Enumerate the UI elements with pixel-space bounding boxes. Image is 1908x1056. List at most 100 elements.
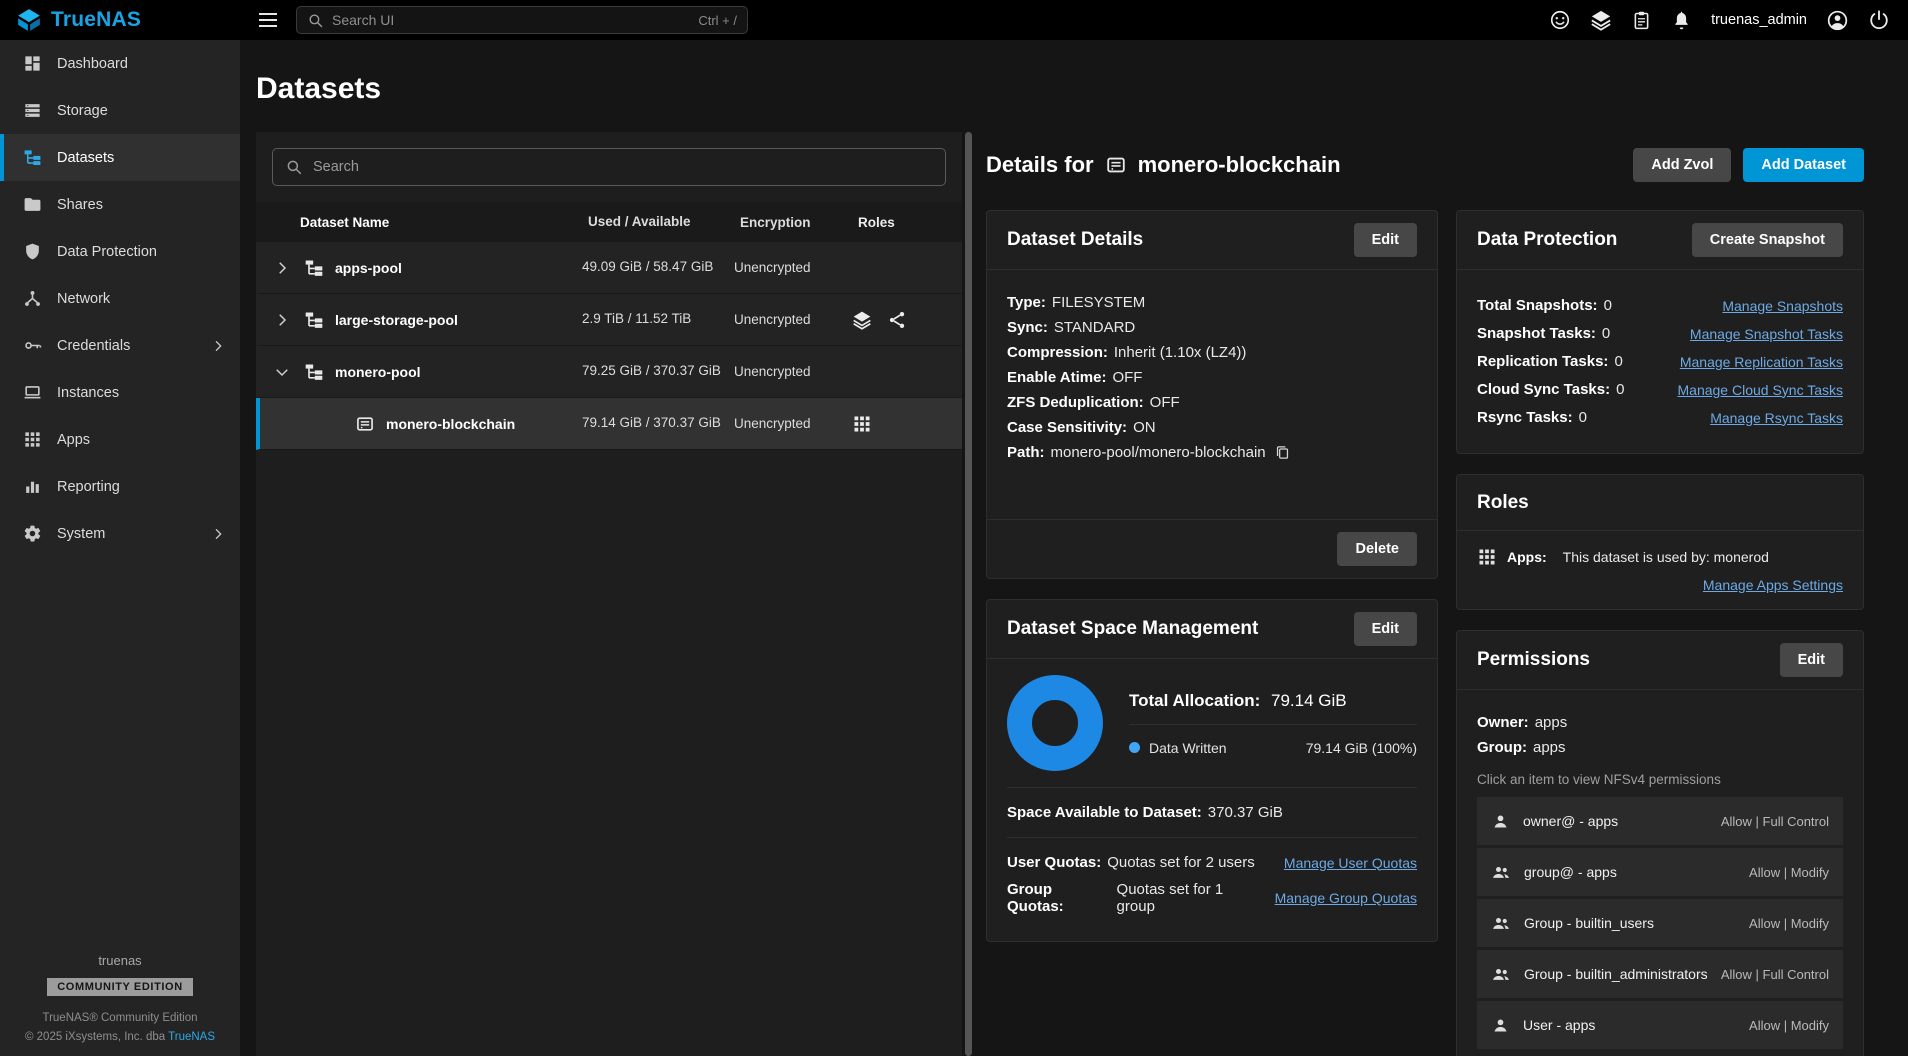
manage-replication-tasks-link[interactable]: Manage Replication Tasks xyxy=(1668,354,1843,370)
truenas-logo[interactable]: TrueNAS xyxy=(0,7,240,33)
dataset-search-input[interactable] xyxy=(313,159,933,175)
sidebar-item-datasets[interactable]: Datasets xyxy=(0,134,240,181)
alerts-bell-icon[interactable] xyxy=(1671,10,1692,31)
permission-level: Allow | Full Control xyxy=(1721,967,1829,982)
space-available-label: Space Available to Dataset: xyxy=(1007,804,1202,821)
edition-badge[interactable]: COMMUNITY EDITION xyxy=(47,978,193,996)
permission-item-builtin-administrators[interactable]: Group - builtin_administrators Allow | F… xyxy=(1477,950,1843,998)
pool-tree-icon xyxy=(304,258,324,278)
apps-role-icon[interactable] xyxy=(852,414,872,434)
manage-apps-settings-link[interactable]: Manage Apps Settings xyxy=(1703,577,1843,593)
edit-space-button[interactable]: Edit xyxy=(1354,612,1417,646)
permission-who: group@ - apps xyxy=(1524,864,1617,880)
roles-card: Roles Apps: This dataset is used by: mon… xyxy=(1456,474,1864,610)
sidebar-item-credentials[interactable]: Credentials xyxy=(0,322,240,369)
feedback-icon[interactable] xyxy=(1549,9,1571,31)
manage-rsync-tasks-link[interactable]: Manage Rsync Tasks xyxy=(1698,410,1843,426)
field-label: Path: xyxy=(1007,444,1045,461)
permission-item-user-apps[interactable]: User - apps Allow | Modify xyxy=(1477,1001,1843,1049)
add-zvol-button[interactable]: Add Zvol xyxy=(1633,148,1731,182)
permission-level: Allow | Full Control xyxy=(1721,814,1829,829)
sidebar-item-instances[interactable]: Instances xyxy=(0,369,240,416)
sidebar-item-apps[interactable]: Apps xyxy=(0,416,240,463)
edit-permissions-button[interactable]: Edit xyxy=(1780,643,1843,677)
delete-dataset-button[interactable]: Delete xyxy=(1337,532,1417,566)
create-snapshot-button[interactable]: Create Snapshot xyxy=(1692,223,1843,257)
card-title: Dataset Space Management xyxy=(1007,618,1258,640)
owner-label: Owner: xyxy=(1477,714,1529,731)
field-label: Sync: xyxy=(1007,319,1048,336)
dataset-name: apps-pool xyxy=(335,260,402,276)
layers-role-icon[interactable] xyxy=(852,310,872,330)
used-available: 2.9 TiB / 11.52 TiB xyxy=(582,310,734,328)
add-dataset-button[interactable]: Add Dataset xyxy=(1743,148,1864,182)
legend-value: 79.14 GiB (100%) xyxy=(1306,740,1417,756)
sidebar-item-label: Reporting xyxy=(57,479,120,495)
global-search[interactable]: Ctrl + / xyxy=(296,6,748,34)
dataset-name: monero-pool xyxy=(335,364,421,380)
permission-who: User - apps xyxy=(1523,1017,1595,1033)
chevron-right-icon xyxy=(273,311,291,329)
copy-icon xyxy=(1274,444,1291,461)
permission-item-builtin-users[interactable]: Group - builtin_users Allow | Modify xyxy=(1477,899,1843,947)
search-icon xyxy=(307,12,324,29)
share-role-icon[interactable] xyxy=(887,310,907,330)
manage-group-quotas-link[interactable]: Manage Group Quotas xyxy=(1263,890,1417,906)
copyright-line: © 2025 iXsystems, Inc. dba TrueNAS xyxy=(0,1028,240,1046)
sidenav-toggle-button[interactable] xyxy=(256,8,280,32)
table-row-monero-pool[interactable]: monero-pool 79.25 GiB / 370.37 GiB Unenc… xyxy=(256,346,962,398)
network-icon xyxy=(23,289,42,308)
dataset-icon xyxy=(355,414,375,434)
copy-path-button[interactable] xyxy=(1274,444,1291,461)
truenas-footer-link[interactable]: TrueNAS xyxy=(168,1031,215,1043)
dp-value: 0 xyxy=(1616,381,1624,398)
collapse-button[interactable] xyxy=(260,363,304,381)
dp-label: Rsync Tasks: xyxy=(1477,409,1573,426)
data-protection-card: Data Protection Create Snapshot Total Sn… xyxy=(1456,210,1864,454)
table-row-apps-pool[interactable]: apps-pool 49.09 GiB / 58.47 GiB Unencryp… xyxy=(256,242,962,294)
manage-snapshot-tasks-link[interactable]: Manage Snapshot Tasks xyxy=(1678,326,1843,342)
chevron-right-icon xyxy=(210,526,226,542)
group-value: apps xyxy=(1533,739,1566,756)
permission-item-owner[interactable]: owner@ - apps Allow | Full Control xyxy=(1477,797,1843,845)
sidebar-item-data-protection[interactable]: Data Protection xyxy=(0,228,240,275)
manage-user-quotas-link[interactable]: Manage User Quotas xyxy=(1272,855,1417,871)
column-encryption: Encryption xyxy=(740,215,858,230)
sidebar-item-shares[interactable]: Shares xyxy=(0,181,240,228)
expand-button[interactable] xyxy=(260,259,304,277)
chevron-down-icon xyxy=(273,363,291,381)
roles-apps-text: This dataset is used by: monerod xyxy=(1563,549,1769,565)
permissions-card: Permissions Edit Owner:apps Group:apps C… xyxy=(1456,630,1864,1056)
legend-label: Data Written xyxy=(1149,740,1227,756)
scrollbar-thumb[interactable] xyxy=(965,132,972,1056)
table-row-monero-blockchain[interactable]: monero-blockchain 79.14 GiB / 370.37 GiB… xyxy=(256,398,962,450)
people-icon xyxy=(1491,964,1511,984)
sidebar-item-dashboard[interactable]: Dashboard xyxy=(0,40,240,87)
jobs-icon[interactable] xyxy=(1590,9,1612,31)
sidebar-item-storage[interactable]: Storage xyxy=(0,87,240,134)
field-label: ZFS Deduplication: xyxy=(1007,394,1144,411)
dataset-path-value: monero-pool/monero-blockchain xyxy=(1051,444,1266,461)
scrollbar[interactable] xyxy=(965,132,972,1056)
manage-snapshots-link[interactable]: Manage Snapshots xyxy=(1710,298,1843,314)
checklist-icon[interactable] xyxy=(1631,10,1652,31)
edit-dataset-details-button[interactable]: Edit xyxy=(1354,223,1417,257)
dp-value: 0 xyxy=(1579,409,1587,426)
manage-cloud-sync-tasks-link[interactable]: Manage Cloud Sync Tasks xyxy=(1666,382,1844,398)
sidebar-item-network[interactable]: Network xyxy=(0,275,240,322)
expand-button[interactable] xyxy=(260,311,304,329)
sidebar-item-system[interactable]: System xyxy=(0,510,240,557)
dataset-search[interactable] xyxy=(272,148,946,186)
brand-name: TrueNAS xyxy=(51,8,141,32)
dp-label: Total Snapshots: xyxy=(1477,297,1598,314)
power-icon[interactable] xyxy=(1868,9,1890,31)
sidebar-item-label: Shares xyxy=(57,197,103,213)
global-search-input[interactable] xyxy=(332,12,690,28)
gear-icon xyxy=(23,524,42,543)
encryption-state: Unencrypted xyxy=(734,260,852,275)
table-row-large-storage-pool[interactable]: large-storage-pool 2.9 TiB / 11.52 TiB U… xyxy=(256,294,962,346)
user-menu-icon[interactable] xyxy=(1826,9,1849,32)
permission-item-group[interactable]: group@ - apps Allow | Modify xyxy=(1477,848,1843,896)
sidebar-item-reporting[interactable]: Reporting xyxy=(0,463,240,510)
search-icon xyxy=(285,158,303,176)
